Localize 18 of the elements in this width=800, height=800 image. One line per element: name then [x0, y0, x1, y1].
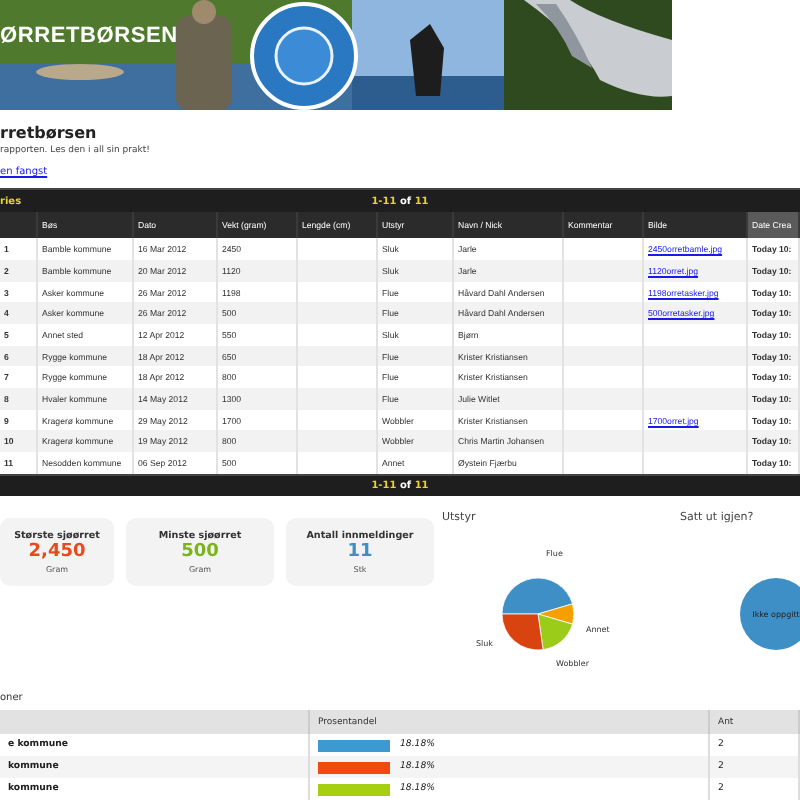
table-cell [564, 430, 644, 453]
table-cell [298, 409, 378, 431]
table-cell [564, 345, 644, 367]
page-title: rretbørsen [0, 122, 97, 144]
stat-value: 11 [347, 541, 373, 564]
table-cell [298, 430, 378, 453]
table-cell [298, 259, 378, 282]
table-cell [298, 302, 378, 325]
table-cell [298, 281, 378, 303]
stat-value: 500 [181, 541, 219, 564]
table-cell [298, 388, 378, 410]
column-header[interactable] [0, 212, 38, 239]
pie-slice [740, 578, 800, 651]
table-cell [644, 345, 748, 367]
site-title: ØRRETBØRSEN [0, 24, 178, 48]
table-cell [564, 388, 644, 410]
table-cell [298, 345, 378, 367]
stat-value: 2,450 [28, 541, 86, 564]
